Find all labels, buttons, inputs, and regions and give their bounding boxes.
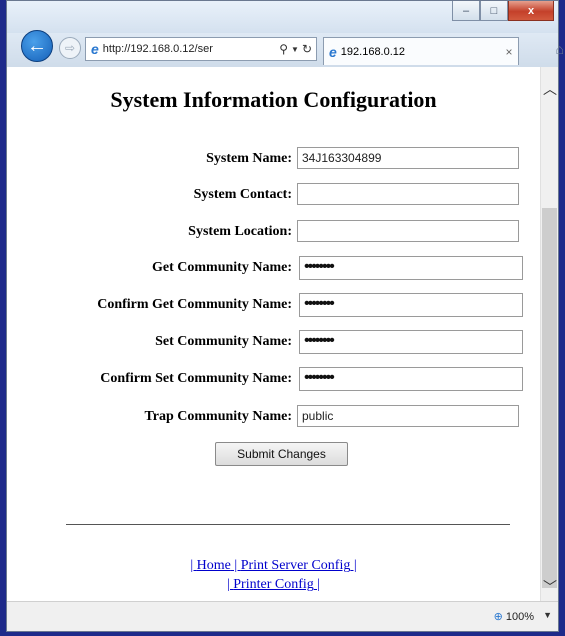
title-bar: – □ x xyxy=(7,1,558,33)
page-title: System Information Configuration xyxy=(110,87,437,112)
maximize-button[interactable]: □ xyxy=(480,1,508,21)
confirm-get-community-password-input[interactable]: •••••••• xyxy=(299,293,523,317)
ie-icon: e xyxy=(91,41,99,57)
dropdown-icon[interactable]: ▼ xyxy=(291,45,299,54)
scroll-down-arrow-icon[interactable]: ﹀ xyxy=(541,577,559,597)
printer-config-link[interactable]: Printer Config xyxy=(233,577,314,592)
system-contact-label: System Contact: xyxy=(193,187,292,202)
form-row-get-community: Get Community Name: •••••••• xyxy=(7,256,540,282)
form-row-set-community: Set Community Name: •••••••• xyxy=(7,330,540,356)
zoom-control[interactable]: ⊕ 100% xyxy=(493,610,534,624)
address-bar[interactable]: e http://192.168.0.12/ser ⚲ ▼ ↻ xyxy=(85,37,317,61)
system-name-input[interactable]: 34J163304899 xyxy=(297,147,519,169)
tab-title: 192.168.0.12 xyxy=(340,45,406,58)
link-separator: | xyxy=(350,558,357,573)
forward-arrow-icon: ⇨ xyxy=(64,41,76,55)
zoom-level: 100% xyxy=(505,610,534,623)
form-row-confirm-get-community: Confirm Get Community Name: •••••••• xyxy=(7,293,540,319)
browser-window: – □ x ← ⇨ e http://192.168.0.12/ser ⚲ ▼ … xyxy=(6,0,564,632)
scrollbar-thumb[interactable] xyxy=(542,208,557,588)
form-row-confirm-set-community: Confirm Set Community Name: •••••••• xyxy=(7,367,540,393)
back-arrow-icon: ← xyxy=(27,34,47,57)
system-contact-input[interactable] xyxy=(297,183,519,205)
horizontal-divider xyxy=(66,524,510,525)
confirm-set-community-label: Confirm Set Community Name: xyxy=(100,371,292,386)
navigation-bar: ← ⇨ e http://192.168.0.12/ser ⚲ ▼ ↻ e 19… xyxy=(7,30,564,67)
set-community-label: Set Community Name: xyxy=(155,334,292,349)
refresh-icon[interactable]: ↻ xyxy=(302,42,312,56)
home-link[interactable]: Home xyxy=(197,558,231,573)
scroll-up-arrow-icon[interactable]: ︿ xyxy=(541,79,559,99)
get-community-password-input[interactable]: •••••••• xyxy=(299,256,523,280)
tab-ie-icon: e xyxy=(329,43,337,60)
vertical-scrollbar[interactable]: ︿ ﹀ xyxy=(540,67,558,601)
get-community-label: Get Community Name: xyxy=(152,260,292,275)
confirm-get-community-label: Confirm Get Community Name: xyxy=(97,297,292,312)
zoom-dropdown-icon[interactable]: ▼ xyxy=(543,610,552,620)
status-bar: ⊕ 100% ▼ xyxy=(7,601,558,631)
system-location-label: System Location: xyxy=(188,224,292,239)
confirm-set-community-password-input[interactable]: •••••••• xyxy=(299,367,523,391)
print-server-config-link[interactable]: Print Server Config xyxy=(241,558,351,573)
form-row-trap-community: Trap Community Name: public xyxy=(7,405,540,431)
search-icon[interactable]: ⚲ xyxy=(279,42,288,56)
form-row-system-contact: System Contact: xyxy=(7,183,540,209)
submit-changes-button[interactable]: Submit Changes xyxy=(215,442,348,466)
link-separator: | xyxy=(313,577,321,592)
home-icon[interactable]: ⌂ xyxy=(556,41,564,57)
link-separator: | xyxy=(230,558,241,573)
address-text[interactable]: http://192.168.0.12/ser xyxy=(103,43,279,55)
trap-community-label: Trap Community Name: xyxy=(144,409,292,424)
system-name-label: System Name: xyxy=(206,151,292,166)
form-row-system-name: System Name: 34J163304899 xyxy=(7,147,540,173)
tab-current[interactable]: e 192.168.0.12 × xyxy=(323,37,519,65)
form-row-system-location: System Location: xyxy=(7,220,540,246)
back-button[interactable]: ← xyxy=(21,30,53,62)
close-button[interactable]: x xyxy=(508,1,554,21)
minimize-button[interactable]: – xyxy=(452,1,480,21)
page-content: System Information Configuration System … xyxy=(7,67,540,601)
trap-community-input[interactable]: public xyxy=(297,405,519,427)
tab-close-button[interactable]: × xyxy=(500,45,518,59)
set-community-password-input[interactable]: •••••••• xyxy=(299,330,523,354)
system-location-input[interactable] xyxy=(297,220,519,242)
forward-button[interactable]: ⇨ xyxy=(59,37,81,59)
footer-links: | Home | Print Server Config | | Printer… xyxy=(7,556,540,594)
zoom-icon: ⊕ xyxy=(493,611,503,623)
